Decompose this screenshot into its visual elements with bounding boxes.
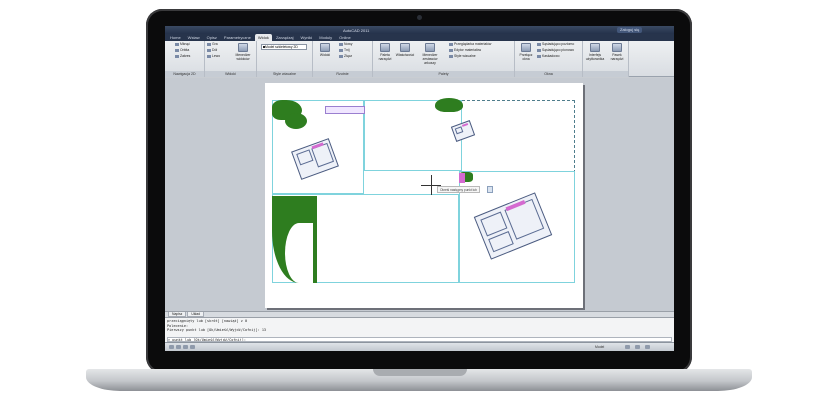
panel-viewports: Widoki Nowy Tnij Złącz Rzutnie xyxy=(313,41,373,77)
status-bar: Model xyxy=(165,342,674,351)
toolbars-button[interactable]: Pasek narzędzi xyxy=(607,43,627,61)
garden-path xyxy=(285,223,313,283)
materials-editor-button[interactable]: Edytor materiałów xyxy=(449,48,481,53)
polar-toggle[interactable] xyxy=(190,345,195,349)
tab-modules[interactable]: Moduły xyxy=(316,34,335,41)
sheet-set-manager-button[interactable]: Menedżer zestawów arkuszy xyxy=(417,43,443,65)
ribbon-tabs: Home Wstaw Opisz Parametryczne Widok Zar… xyxy=(165,34,674,41)
title-bar: AutoCAD 2011 Zaloguj się xyxy=(165,26,674,34)
panel-label: Rzutnie xyxy=(313,71,372,77)
panel-label: Widoki xyxy=(205,71,256,77)
laptop-scene: AutoCAD 2011 Zaloguj się Home Wstaw Opis… xyxy=(0,0,840,411)
tab-output[interactable]: Wyniki xyxy=(298,34,316,41)
grid-toggle[interactable] xyxy=(176,345,181,349)
tab-view[interactable]: Widok xyxy=(254,34,272,41)
view-bottom-button[interactable]: Dół xyxy=(207,48,217,53)
layout-sheet xyxy=(265,83,583,308)
panel-label: Style wizualne xyxy=(257,71,312,77)
drawing-area[interactable]: Określ następny punkt lub xyxy=(165,78,674,311)
pan-button[interactable]: Mknąć xyxy=(175,42,190,47)
tab-annotate[interactable]: Opisz xyxy=(204,34,220,41)
login-button[interactable]: Zaloguj się xyxy=(617,27,643,33)
user-interface-button[interactable]: Interfejs użytkownika xyxy=(585,43,605,61)
view-manager-button[interactable]: Menedżer widoków xyxy=(233,43,253,61)
hatch xyxy=(461,122,469,127)
dynamic-input-field[interactable] xyxy=(487,186,493,193)
join-viewport-button[interactable]: Złącz xyxy=(339,54,352,59)
panel-navigation: Mknąć Orbita Zakres Nawigacja 2D xyxy=(165,41,205,77)
properties-button[interactable]: Właściwości xyxy=(395,43,415,57)
view-left-button[interactable]: Lewo xyxy=(207,54,220,59)
fullscreen-icon[interactable] xyxy=(645,345,650,349)
tab-online[interactable]: Online xyxy=(336,34,354,41)
dynamic-input-tooltip: Określ następny punkt lub xyxy=(437,186,480,193)
panel-visual-styles: Model szkieletowy 2D Style wizualne xyxy=(257,41,313,77)
view-manager-icon xyxy=(238,43,248,52)
tool-palette-icon xyxy=(380,43,390,52)
panel-label: Okna xyxy=(515,71,582,77)
panel-user-interface: Interfejs użytkownika Pasek narzędzi xyxy=(583,41,629,77)
materials-browser-button[interactable]: Przeglądarka materiałów xyxy=(449,42,491,47)
panel-label xyxy=(583,71,628,77)
tile-vertical-button[interactable]: Sąsiadująco pionowo xyxy=(537,48,574,53)
room xyxy=(296,149,314,166)
zoom-button[interactable]: Zakres xyxy=(175,54,190,59)
sheet-set-icon xyxy=(425,43,435,52)
app-title: AutoCAD 2011 xyxy=(343,28,370,33)
marker xyxy=(459,173,465,183)
toolbars-icon xyxy=(612,43,622,52)
panel-views: Gra Dół Lewo Menedżer widoków Widoki xyxy=(205,41,257,77)
viewports-icon xyxy=(320,43,330,52)
panel-label: Nawigacja 2D xyxy=(165,71,204,77)
screen: AutoCAD 2011 Zaloguj się Home Wstaw Opis… xyxy=(165,26,674,351)
user-interface-icon xyxy=(590,43,600,52)
tile-horizontal-button[interactable]: Sąsiadująco poziomo xyxy=(537,42,574,47)
new-viewport-button[interactable]: Nowy xyxy=(339,42,352,47)
tab-home[interactable]: Home xyxy=(167,34,184,41)
room xyxy=(454,126,464,135)
workspace-icon[interactable] xyxy=(625,345,630,349)
properties-icon xyxy=(400,43,410,52)
ortho-toggle[interactable] xyxy=(183,345,188,349)
tool-palette-button[interactable]: Paleta narzędzi xyxy=(375,43,395,61)
panel-label: Palety xyxy=(373,71,514,77)
webcam xyxy=(417,15,422,20)
command-input[interactable]: > punkt lub [Ok/Umieść/Wyjdź/Cofnij]: xyxy=(167,337,672,342)
clip-viewport-button[interactable]: Tnij xyxy=(339,48,349,53)
snap-toggle[interactable] xyxy=(169,345,174,349)
switch-windows-icon xyxy=(521,43,531,52)
ribbon: Mknąć Orbita Zakres Nawigacja 2D Gra Dół… xyxy=(165,41,674,77)
tab-insert[interactable]: Wstaw xyxy=(185,34,203,41)
command-window: przeciągnięty lub [skrót] [nawiąż] z 0 P… xyxy=(165,317,674,342)
space-indicator[interactable]: Model xyxy=(595,345,604,349)
switch-windows-button[interactable]: Przełącz okna xyxy=(516,43,536,61)
title-strip xyxy=(325,106,365,114)
laptop-notch xyxy=(373,369,467,376)
tab-manage[interactable]: Zarządzaj xyxy=(273,34,297,41)
cascade-button[interactable]: Kaskadowo xyxy=(537,54,560,59)
visual-styles-button[interactable]: Style wizualne xyxy=(449,54,476,59)
view-top-button[interactable]: Gra xyxy=(207,42,218,47)
lock-icon[interactable] xyxy=(635,345,640,349)
tab-parametric[interactable]: Parametryczne xyxy=(221,34,254,41)
tree-symbol xyxy=(435,98,463,112)
tree-symbol xyxy=(285,113,307,129)
panel-windows: Przełącz okna Sąsiadująco poziomo Sąsiad… xyxy=(515,41,583,77)
visual-style-dropdown[interactable]: Model szkieletowy 2D xyxy=(261,44,307,50)
orbit-button[interactable]: Orbita xyxy=(175,48,189,53)
viewports-button[interactable]: Widoki xyxy=(315,43,335,57)
crosshair-cursor xyxy=(431,175,432,195)
panel-palettes: Paleta narzędzi Właściwości Menedżer zes… xyxy=(373,41,515,77)
